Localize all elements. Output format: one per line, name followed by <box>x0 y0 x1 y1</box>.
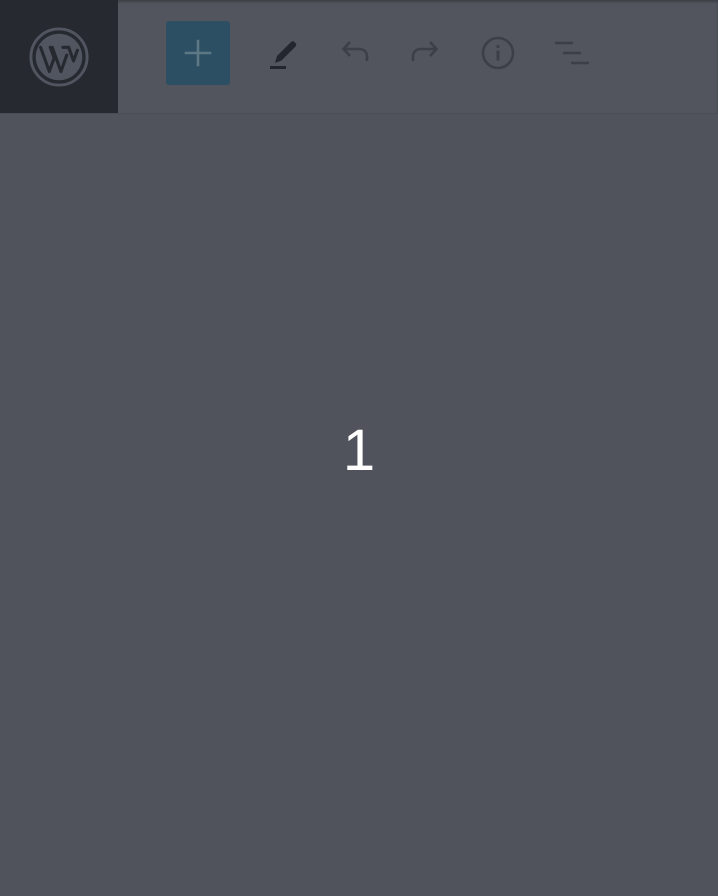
list-view-button[interactable] <box>538 21 602 85</box>
list-view-icon <box>555 41 589 65</box>
redo-icon <box>411 41 439 61</box>
undo-button[interactable] <box>322 21 386 85</box>
wordpress-logo-button[interactable] <box>0 0 118 113</box>
editor-header <box>0 0 718 114</box>
add-block-button[interactable] <box>166 21 230 85</box>
plus-icon <box>184 39 212 67</box>
editor-screen: 1 <box>0 0 718 896</box>
undo-icon <box>341 41 369 61</box>
overlay-step-number: 1 <box>342 418 376 483</box>
info-icon <box>481 36 515 70</box>
details-button[interactable] <box>466 21 530 85</box>
pencil-icon <box>270 41 297 69</box>
redo-button[interactable] <box>394 21 458 85</box>
tools-button[interactable] <box>250 21 314 85</box>
wordpress-icon <box>29 26 89 87</box>
editor-canvas[interactable] <box>0 114 718 896</box>
